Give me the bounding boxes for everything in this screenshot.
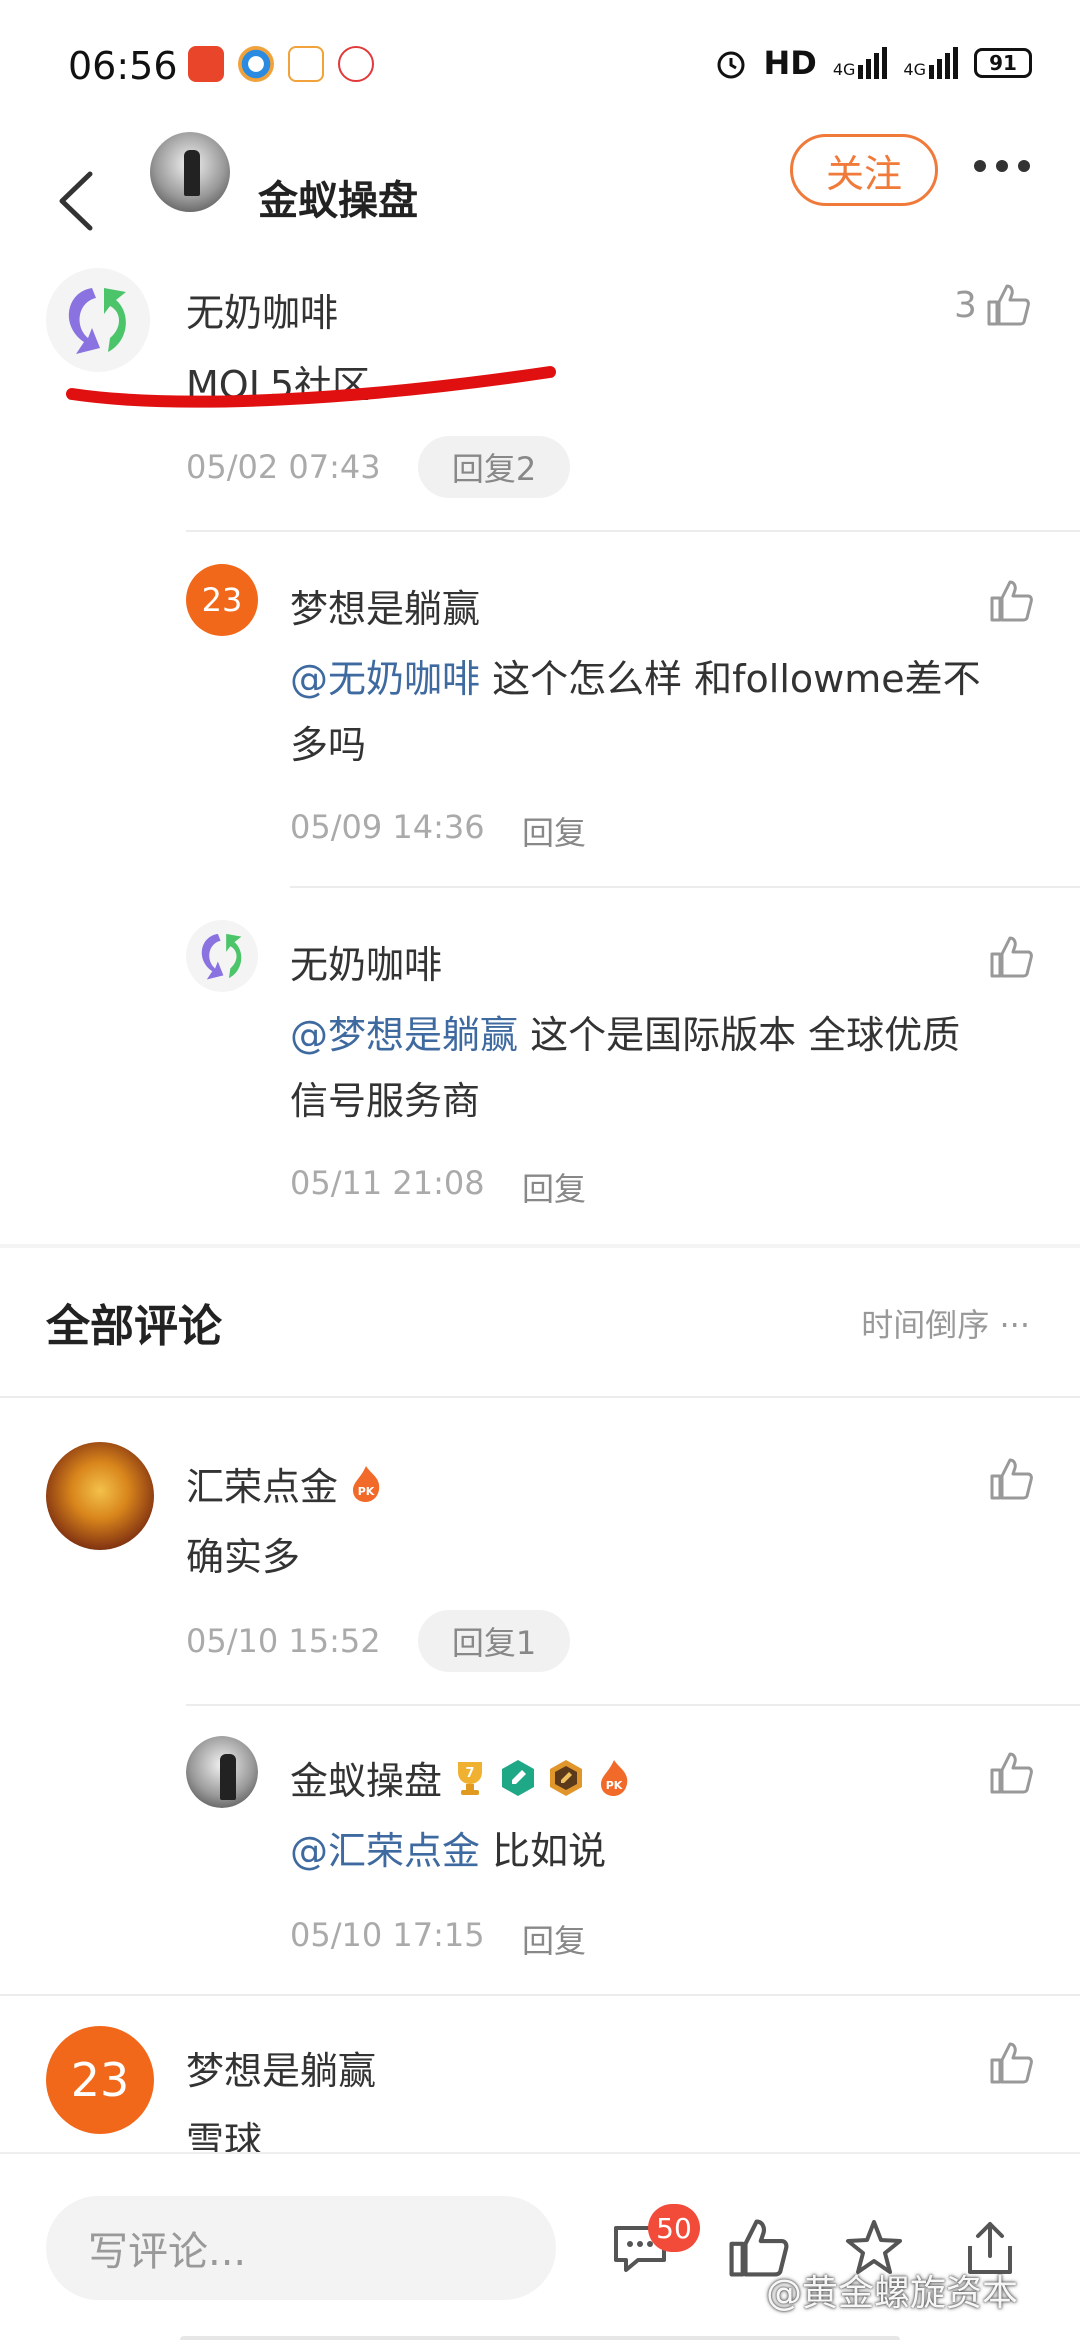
- bottom-action-bar: 写评论... 50 @黄金螺旋资本: [0, 2152, 1080, 2340]
- like-button[interactable]: [988, 1456, 1034, 1502]
- commenter-avatar[interactable]: 23: [46, 2026, 154, 2134]
- svg-text:7: 7: [465, 1766, 474, 1781]
- trophy-badge-icon: 7: [450, 1758, 490, 1798]
- pencil-gold-badge-icon: [546, 1758, 586, 1798]
- reply-avatar[interactable]: 23: [186, 564, 258, 636]
- signal-icon: 4G: [903, 47, 958, 79]
- app-notification-icon: [238, 46, 274, 82]
- app-notification-icon: [188, 46, 224, 82]
- divider: [0, 1994, 1080, 1996]
- hd-label: HD: [763, 44, 817, 82]
- home-indicator[interactable]: [180, 2336, 900, 2340]
- svg-text:PK: PK: [606, 1779, 623, 1792]
- section-divider: [0, 1244, 1080, 1248]
- divider: [0, 1396, 1080, 1398]
- reply-time: 05/10 17:15: [290, 1916, 485, 1954]
- mention-link[interactable]: @梦想是躺赢: [290, 1013, 518, 1057]
- pencil-badge-icon: [498, 1758, 538, 1798]
- pk-flame-badge-icon: PK: [594, 1758, 634, 1798]
- reply-time: 05/09 14:36: [290, 808, 485, 846]
- divider: [290, 886, 1080, 888]
- reply-button[interactable]: 回复: [522, 1916, 586, 1962]
- comment-author[interactable]: 汇荣点金: [186, 1456, 338, 1511]
- like-button[interactable]: [988, 2040, 1034, 2086]
- mention-link[interactable]: @无奶咖啡: [290, 657, 480, 701]
- like-button[interactable]: 3: [954, 282, 1031, 328]
- app-notification-icon: [288, 46, 324, 82]
- alarm-icon: [717, 51, 744, 79]
- reply-avatar[interactable]: [186, 1736, 258, 1808]
- sort-order-button[interactable]: 时间倒序 ···: [861, 1300, 1030, 1346]
- comment-author-row: 汇荣点金 PK: [186, 1456, 386, 1511]
- comment-time: 05/10 15:52: [186, 1622, 381, 1660]
- divider: [186, 530, 1080, 532]
- reply-time: 05/11 21:08: [290, 1164, 485, 1202]
- reply-button[interactable]: 回复: [522, 1164, 586, 1210]
- red-underline-annotation: [66, 366, 556, 408]
- thumbs-up-icon: [990, 1752, 1033, 1794]
- like-count: 3: [954, 284, 977, 326]
- section-title: 全部评论: [46, 1301, 222, 1352]
- reply-text: @梦想是躺赢 这个是国际版本 全球优质 信号服务商: [290, 1013, 961, 1123]
- back-arrow-icon[interactable]: [52, 168, 102, 234]
- comment-count-badge: 50: [648, 2204, 700, 2252]
- pk-flame-badge-icon: PK: [346, 1464, 386, 1504]
- like-button[interactable]: [988, 578, 1034, 624]
- thumbs-up-icon: [990, 1458, 1033, 1500]
- comment-time: 05/02 07:43: [186, 448, 381, 486]
- reply-avatar[interactable]: [186, 920, 258, 992]
- signal-icon: 4G: [833, 47, 888, 79]
- comment-text: 确实多: [186, 1535, 301, 1579]
- status-indicators: HD 4G 4G 91: [714, 44, 1032, 82]
- like-button[interactable]: [988, 934, 1034, 980]
- thumbs-up-icon: [990, 2042, 1033, 2084]
- author-avatar[interactable]: [150, 132, 230, 212]
- reply-author[interactable]: 无奶咖啡: [290, 934, 442, 989]
- reply-count-button[interactable]: 回复1: [418, 1610, 570, 1672]
- divider: [186, 1704, 1080, 1706]
- commenter-avatar[interactable]: [46, 1442, 154, 1550]
- watermark: @黄金螺旋资本: [766, 2273, 1019, 2314]
- thumbs-up-icon: [990, 936, 1033, 978]
- reply-text: @无奶咖啡 这个怎么样 和followme差不 多吗: [290, 657, 981, 767]
- thumbs-up-icon: [987, 284, 1030, 326]
- follow-button[interactable]: 关注: [790, 134, 938, 206]
- like-button[interactable]: [988, 1750, 1034, 1796]
- comment-author[interactable]: 无奶咖啡: [186, 282, 338, 337]
- more-options-icon[interactable]: [972, 158, 1032, 174]
- thumbs-up-icon: [990, 580, 1033, 622]
- page-title: 金蚁操盘: [258, 178, 418, 224]
- status-bar: 06:56 HD 4G 4G 91: [0, 0, 1080, 130]
- reply-button[interactable]: 回复: [522, 808, 586, 854]
- status-app-icons: [188, 46, 374, 82]
- comment-input[interactable]: 写评论...: [46, 2196, 556, 2300]
- battery-icon: 91: [974, 48, 1032, 78]
- mention-link[interactable]: @汇荣点金: [290, 1829, 480, 1873]
- reply-author-row: 金蚁操盘 7 PK: [290, 1750, 634, 1805]
- reply-author[interactable]: 梦想是躺赢: [290, 578, 480, 633]
- comment-author[interactable]: 梦想是躺赢: [186, 2040, 376, 2095]
- reply-author[interactable]: 金蚁操盘: [290, 1750, 442, 1805]
- svg-text:PK: PK: [358, 1485, 375, 1498]
- app-notification-icon: [338, 46, 374, 82]
- status-time: 06:56: [68, 44, 178, 88]
- reply-text: @汇荣点金 比如说: [290, 1829, 607, 1873]
- reply-count-button[interactable]: 回复2: [418, 436, 570, 498]
